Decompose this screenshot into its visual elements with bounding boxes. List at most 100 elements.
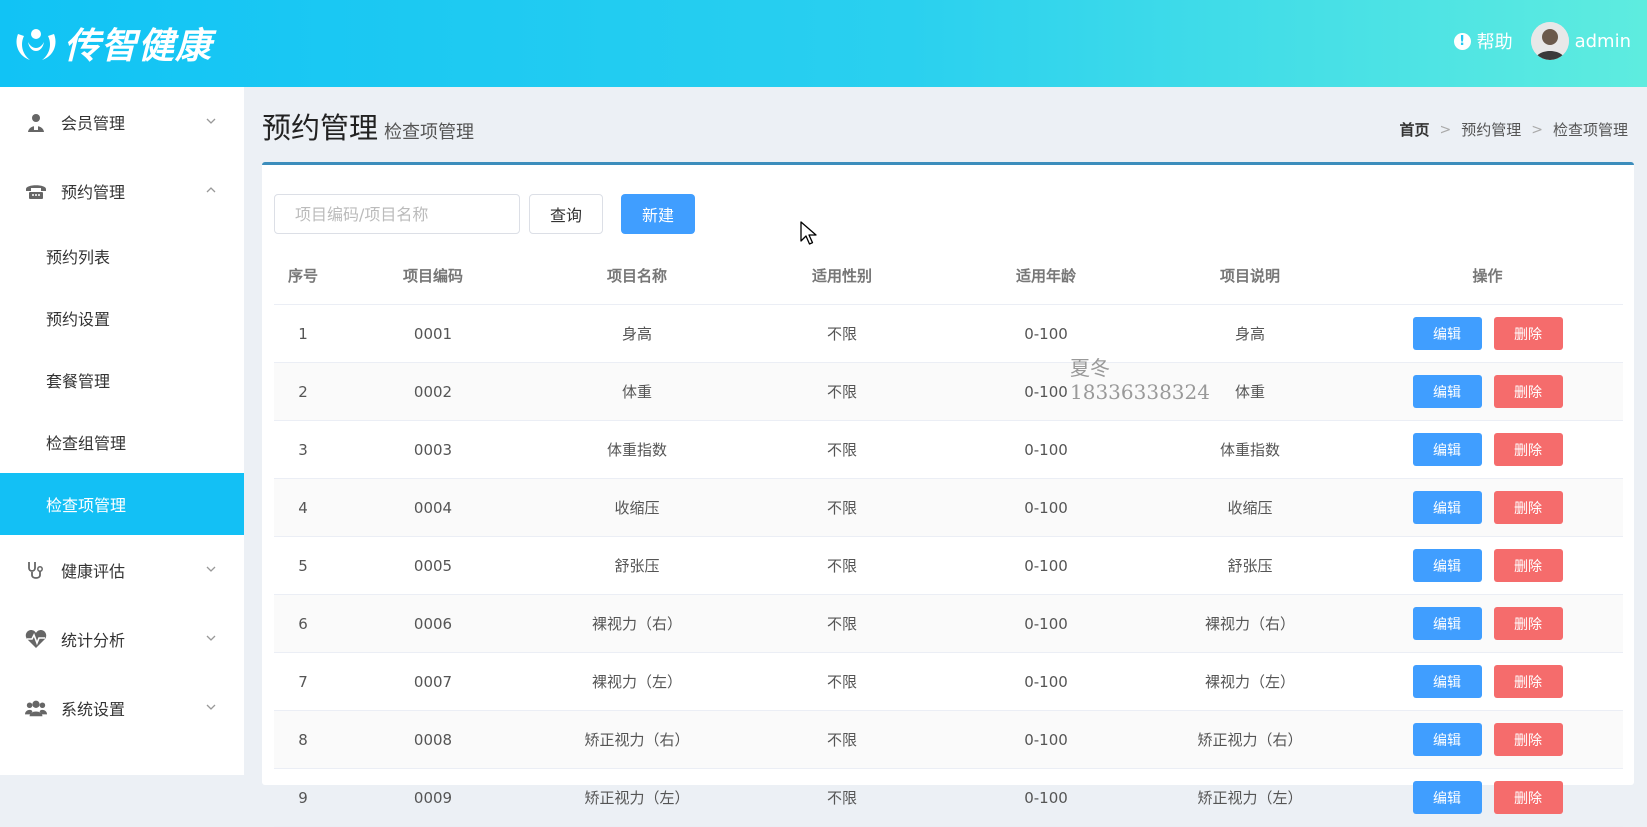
search-input[interactable] bbox=[274, 194, 520, 234]
table-cell: 舒张压 bbox=[1148, 536, 1352, 595]
chevron-right-icon: > bbox=[1439, 121, 1452, 138]
sidebar-item-member[interactable]: 会员管理 bbox=[0, 87, 244, 156]
table-cell: 体重 bbox=[534, 362, 740, 421]
delete-button[interactable]: 删除 bbox=[1493, 549, 1563, 582]
table-row: 2 0002 体重 不限 0-100 体重 编辑 删除 bbox=[274, 362, 1623, 421]
sidebar-sub-item-appointment-list[interactable]: 预约列表 bbox=[0, 225, 244, 287]
edit-button[interactable]: 编辑 bbox=[1412, 375, 1482, 408]
table-cell: 不限 bbox=[740, 420, 944, 479]
sidebar-item-system-settings[interactable]: 系统设置 bbox=[0, 673, 244, 742]
table-cell-actions: 编辑 删除 bbox=[1352, 304, 1623, 363]
table-cell: 裸视力（右） bbox=[534, 594, 740, 653]
column-header: 项目说明 bbox=[1148, 247, 1352, 305]
table-cell: 矫正视力（左） bbox=[534, 768, 740, 827]
column-header: 项目编码 bbox=[332, 247, 534, 305]
delete-button[interactable]: 删除 bbox=[1493, 723, 1563, 756]
sidebar-item-label: 统计分析 bbox=[61, 630, 126, 650]
table-cell: 矫正视力（右） bbox=[534, 710, 740, 769]
edit-button[interactable]: 编辑 bbox=[1412, 781, 1482, 814]
sidebar-item-statistics[interactable]: 统计分析 bbox=[0, 604, 244, 673]
page-subtitle: 检查项管理 bbox=[384, 122, 475, 143]
app-logo[interactable]: 传智健康 bbox=[12, 20, 213, 67]
table-cell: 裸视力（左） bbox=[534, 652, 740, 711]
users-icon bbox=[25, 697, 47, 719]
delete-button[interactable]: 删除 bbox=[1493, 317, 1563, 350]
chevron-down-icon bbox=[206, 704, 216, 710]
edit-button[interactable]: 编辑 bbox=[1412, 723, 1482, 756]
table-cell: 不限 bbox=[740, 768, 944, 827]
sidebar-item-label: 系统设置 bbox=[61, 699, 126, 719]
table-cell: 0-100 bbox=[944, 536, 1148, 595]
delete-button[interactable]: 删除 bbox=[1493, 665, 1563, 698]
table-cell-actions: 编辑 删除 bbox=[1352, 710, 1623, 769]
table-cell: 裸视力（左） bbox=[1148, 652, 1352, 711]
table-cell: 5 bbox=[274, 536, 332, 595]
table-cell: 9 bbox=[274, 768, 332, 827]
table-cell: 4 bbox=[274, 478, 332, 537]
table-cell: 裸视力（右） bbox=[1148, 594, 1352, 653]
breadcrumb-home[interactable]: 首页 bbox=[1399, 119, 1429, 140]
sidebar-sub-item-package[interactable]: 套餐管理 bbox=[0, 349, 244, 411]
table-cell-actions: 编辑 删除 bbox=[1352, 362, 1623, 421]
table-row: 8 0008 矫正视力（右） 不限 0-100 矫正视力（右） 编辑 删除 bbox=[274, 710, 1623, 769]
edit-button[interactable]: 编辑 bbox=[1412, 433, 1482, 466]
table-cell: 0-100 bbox=[944, 478, 1148, 537]
table-cell-actions: 编辑 删除 bbox=[1352, 420, 1623, 479]
table-cell: 0004 bbox=[332, 478, 534, 537]
table-cell: 体重 bbox=[1148, 362, 1352, 421]
chevron-down-icon bbox=[206, 566, 216, 572]
mouse-cursor-icon bbox=[800, 221, 817, 245]
table-row: 6 0006 裸视力（右） 不限 0-100 裸视力（右） 编辑 删除 bbox=[274, 594, 1623, 653]
table-cell: 矫正视力（左） bbox=[1148, 768, 1352, 827]
delete-button[interactable]: 删除 bbox=[1493, 375, 1563, 408]
delete-button[interactable]: 删除 bbox=[1493, 781, 1563, 814]
edit-button[interactable]: 编辑 bbox=[1412, 491, 1482, 524]
edit-button[interactable]: 编辑 bbox=[1412, 607, 1482, 640]
phone-icon bbox=[25, 180, 47, 202]
sidebar-sub-item-appointment-settings[interactable]: 预约设置 bbox=[0, 287, 244, 349]
top-header: 传智健康 ! 帮助 admin bbox=[0, 0, 1647, 87]
table-cell: 0001 bbox=[332, 304, 534, 363]
help-link[interactable]: ! 帮助 bbox=[1453, 28, 1513, 54]
breadcrumb-item[interactable]: 预约管理 bbox=[1461, 119, 1521, 140]
table-cell: 6 bbox=[274, 594, 332, 653]
table-row: 7 0007 裸视力（左） 不限 0-100 裸视力（左） 编辑 删除 bbox=[274, 652, 1623, 711]
delete-button[interactable]: 删除 bbox=[1493, 607, 1563, 640]
query-button[interactable]: 查询 bbox=[529, 194, 603, 234]
sidebar: 会员管理 预约管理 预约列表 预约设置 套餐管理 检查组管理 检查项管理 健康评… bbox=[0, 87, 244, 775]
chevron-down-icon bbox=[206, 635, 216, 641]
table-cell: 3 bbox=[274, 420, 332, 479]
table-cell-actions: 编辑 删除 bbox=[1352, 768, 1623, 827]
table-cell: 不限 bbox=[740, 652, 944, 711]
avatar[interactable] bbox=[1530, 22, 1569, 60]
table-row: 1 0001 身高 不限 0-100 身高 编辑 删除 bbox=[274, 304, 1623, 363]
delete-button[interactable]: 删除 bbox=[1493, 433, 1563, 466]
chevron-right-icon: > bbox=[1531, 121, 1543, 138]
sidebar-sub-item-check-item[interactable]: 检查项管理 bbox=[0, 473, 244, 535]
table-cell: 1 bbox=[274, 304, 332, 363]
sidebar-item-label: 健康评估 bbox=[61, 561, 126, 581]
table-cell-actions: 编辑 删除 bbox=[1352, 536, 1623, 595]
table-cell: 0003 bbox=[332, 420, 534, 479]
edit-button[interactable]: 编辑 bbox=[1412, 665, 1482, 698]
table-cell: 舒张压 bbox=[534, 536, 740, 595]
logo-text: 传智健康 bbox=[64, 25, 213, 67]
table-cell: 0-100 bbox=[944, 420, 1148, 479]
breadcrumb: 首页 > 预约管理 > 检查项管理 bbox=[1399, 119, 1628, 140]
column-header: 项目名称 bbox=[534, 247, 740, 305]
table-cell: 2 bbox=[274, 362, 332, 421]
delete-button[interactable]: 删除 bbox=[1493, 491, 1563, 524]
table-cell-actions: 编辑 删除 bbox=[1352, 652, 1623, 711]
table-cell: 不限 bbox=[740, 536, 944, 595]
username[interactable]: admin bbox=[1575, 31, 1631, 52]
edit-button[interactable]: 编辑 bbox=[1412, 549, 1482, 582]
edit-button[interactable]: 编辑 bbox=[1412, 317, 1482, 350]
column-header: 适用性别 bbox=[740, 247, 944, 305]
sidebar-item-appointment[interactable]: 预约管理 bbox=[0, 156, 244, 225]
table-row: 9 0009 矫正视力（左） 不限 0-100 矫正视力（左） 编辑 删除 bbox=[274, 768, 1623, 827]
sidebar-sub-item-check-group[interactable]: 检查组管理 bbox=[0, 411, 244, 473]
column-header: 操作 bbox=[1352, 247, 1623, 305]
sidebar-item-health-assessment[interactable]: 健康评估 bbox=[0, 535, 244, 604]
table-cell: 身高 bbox=[1148, 304, 1352, 363]
new-button[interactable]: 新建 bbox=[621, 194, 695, 234]
